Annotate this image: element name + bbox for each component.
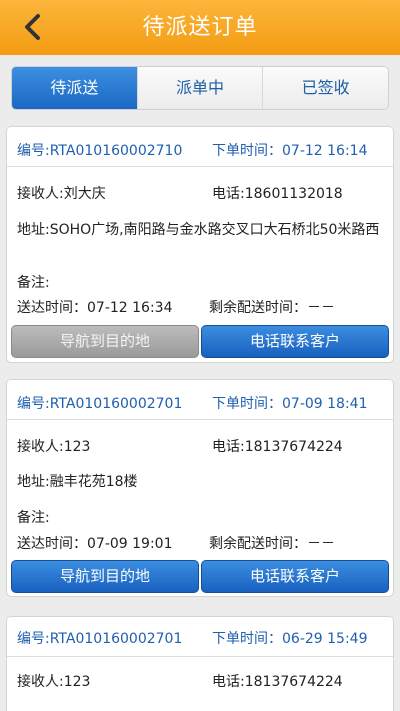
order-card-header: 编号:RTA010160002701 下单时间：06-29 15:49	[7, 617, 393, 657]
tab-pending[interactable]: 待派送	[12, 67, 138, 109]
order-number: 编号:RTA010160002701	[17, 631, 183, 647]
order-time: 下单时间：07-09 18:41	[212, 396, 368, 412]
order-card-header: 编号:RTA010160002701 下单时间：07-09 18:41	[7, 380, 393, 420]
phone: 电话:18601132018	[212, 186, 343, 202]
phone: 电话:18137674224	[212, 674, 343, 690]
order-card: 编号:RTA010160002710 下单时间：07-12 16:14 接收人:…	[6, 126, 394, 363]
navigate-button[interactable]: 导航到目的地	[11, 560, 199, 593]
remaining-time: 剩余配送时间：－－	[209, 536, 335, 552]
call-customer-button[interactable]: 电话联系客户	[201, 560, 389, 593]
order-time: 下单时间：06-29 15:49	[212, 631, 368, 647]
delivery-time: 送达时间：07-12 16:34	[17, 300, 173, 316]
remaining-time: 剩余配送时间：－－	[209, 300, 335, 316]
tab-signed[interactable]: 已签收	[263, 67, 388, 109]
delivery-time: 送达时间：07-09 19:01	[17, 536, 173, 552]
call-customer-button[interactable]: 电话联系客户	[201, 325, 389, 358]
navigate-button[interactable]: 导航到目的地	[11, 325, 199, 358]
order-number: 编号:RTA010160002701	[17, 396, 183, 412]
page-title: 待派送订单	[142, 15, 258, 40]
receiver: 接收人:刘大庆	[17, 186, 106, 202]
status-tabs: 待派送 派单中 已签收	[11, 66, 389, 110]
receiver: 接收人:123	[17, 674, 91, 690]
address: 地址:SOHO广场,南阳路与金水路交叉口大石桥北50米路西	[17, 222, 380, 238]
order-card: 编号:RTA010160002701 下单时间：07-09 18:41 接收人:…	[6, 379, 394, 597]
phone: 电话:18137674224	[212, 439, 343, 455]
order-card-header: 编号:RTA010160002710 下单时间：07-12 16:14	[7, 127, 393, 167]
order-time: 下单时间：07-12 16:14	[212, 143, 368, 159]
receiver: 接收人:123	[17, 439, 91, 455]
order-card: 编号:RTA010160002701 下单时间：06-29 15:49 接收人:…	[6, 616, 394, 711]
order-number: 编号:RTA010160002710	[17, 143, 183, 159]
tab-dispatching[interactable]: 派单中	[137, 67, 264, 109]
address: 地址:融丰花苑18楼	[17, 474, 138, 490]
note: 备注:	[17, 275, 50, 291]
note: 备注:	[17, 510, 50, 526]
app-header: 待派送订单	[0, 0, 400, 55]
